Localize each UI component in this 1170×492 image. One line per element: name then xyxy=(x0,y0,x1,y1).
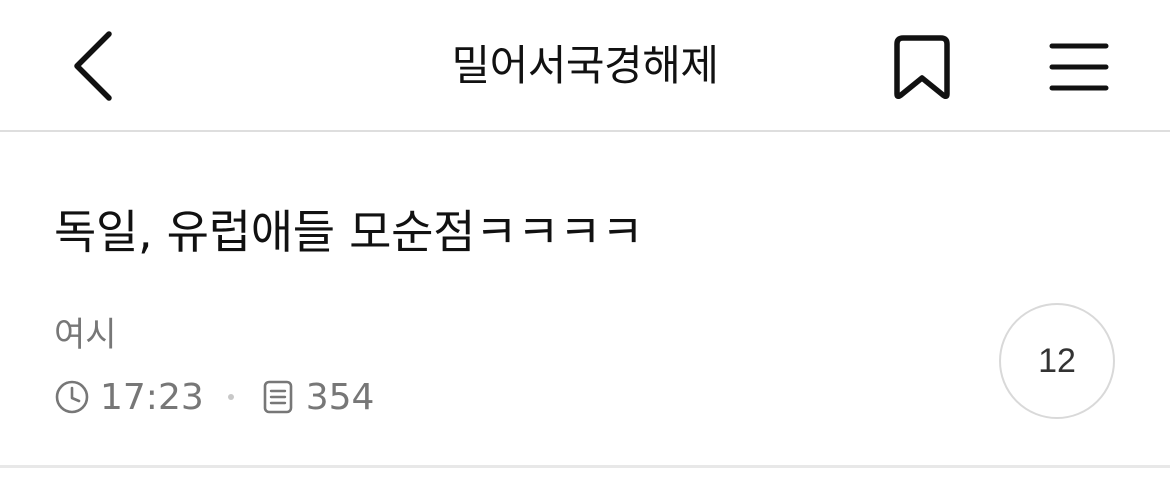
post-time: 17:23 xyxy=(100,376,204,418)
page: 밀어서국경해제 독일, 유럽애들 모순점ㅋㅋㅋㅋ 여시 17:23 354 12 xyxy=(0,0,1170,492)
top-navigation-bar: 밀어서국경해제 xyxy=(0,0,1170,132)
bookmark-button[interactable] xyxy=(882,26,962,108)
hamburger-menu-icon xyxy=(1049,43,1109,91)
menu-button[interactable] xyxy=(1036,26,1122,108)
comment-count-button[interactable]: 12 xyxy=(999,303,1115,419)
post-header: 독일, 유럽애들 모순점ㅋㅋㅋㅋ 여시 17:23 354 12 xyxy=(0,134,1170,468)
separator-dot xyxy=(227,394,234,400)
post-title: 독일, 유럽애들 모순점ㅋㅋㅋㅋ xyxy=(54,205,644,259)
bookmark-icon xyxy=(894,35,950,100)
post-meta: 17:23 354 xyxy=(54,374,374,420)
view-count: 354 xyxy=(305,376,375,418)
author-name[interactable]: 여시 xyxy=(54,312,117,358)
comment-count: 12 xyxy=(1038,341,1076,380)
board-title: 밀어서국경해제 xyxy=(451,41,719,90)
clock-icon xyxy=(54,379,90,415)
document-icon xyxy=(260,379,296,415)
